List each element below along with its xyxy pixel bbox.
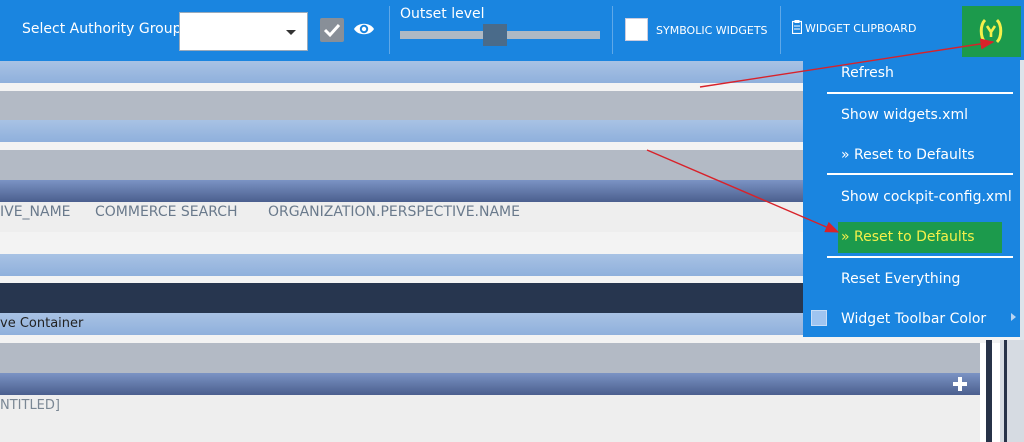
widget-panel: [0, 343, 980, 373]
outset-level-slider-thumb[interactable]: [482, 24, 507, 46]
menu-item-reset-cockpit[interactable]: » Reset to Defaults: [841, 229, 975, 245]
section-spacer: [0, 142, 803, 150]
scrollbar-line: [986, 340, 992, 442]
untitled-label: NTITLED]: [0, 398, 60, 413]
plus-icon[interactable]: [953, 377, 967, 391]
caret-down-icon: [286, 30, 296, 35]
chevron-right-icon: [1011, 313, 1016, 321]
widget-clipboard-label[interactable]: WIDGET CLIPBOARD: [805, 22, 916, 35]
clipboard-icon[interactable]: [792, 20, 802, 34]
eye-icon[interactable]: [352, 18, 376, 40]
hybris-logo-icon: [979, 18, 1003, 44]
outset-level-label: Outset level: [400, 6, 485, 22]
hybris-context-menu: Refresh Show widgets.xml » Reset to Defa…: [803, 60, 1020, 337]
hybris-logo-button[interactable]: [962, 6, 1021, 57]
toolbar-divider: [780, 6, 781, 54]
section-header-bar: [0, 120, 803, 142]
widget-body: [0, 395, 980, 442]
menu-item-reset-everything[interactable]: Reset Everything: [841, 271, 960, 287]
menu-divider: [827, 92, 1013, 94]
section-header-bar: [0, 61, 803, 83]
section-spacer: [0, 83, 803, 91]
section-header-bar: [0, 254, 803, 276]
row-cell-name: IVE_NAME: [0, 204, 71, 220]
section-panel: [0, 91, 803, 120]
symbolic-widgets-checkbox[interactable]: [625, 18, 648, 41]
row-cell-commerce-search: COMMERCE SEARCH: [95, 204, 238, 220]
toolbar-color-swatch: [811, 310, 827, 326]
symbolic-widgets-label[interactable]: SYMBOLIC WIDGETS: [656, 24, 768, 37]
authority-group-label: Select Authority Group: [22, 21, 182, 37]
visibility-checkbox[interactable]: [320, 18, 344, 42]
section-panel: [0, 150, 803, 180]
checkmark-icon: [323, 23, 341, 38]
widget-header-bar: [0, 373, 980, 395]
perspective-container-label: ve Container: [0, 316, 84, 331]
menu-item-show-widgets-xml[interactable]: Show widgets.xml: [841, 107, 968, 123]
toolbar-divider: [389, 6, 390, 54]
row-cell-organization: ORGANIZATION.PERSPECTIVE.NAME: [268, 204, 520, 220]
list-row-empty: [0, 232, 803, 254]
scrollbar-line: [1004, 340, 1007, 442]
menu-item-show-cockpit-config[interactable]: Show cockpit-config.xml: [841, 189, 1012, 205]
main-toolbar: Select Authority Group Outset level SYMB…: [0, 0, 1024, 61]
menu-item-reset-widgets[interactable]: » Reset to Defaults: [841, 147, 975, 163]
menu-divider: [827, 173, 1013, 175]
list-header-bar: [0, 180, 803, 202]
section-spacer: [0, 276, 803, 283]
menu-divider: [827, 256, 1013, 258]
toolbar-divider: [612, 6, 613, 54]
page-scroll-edge: [1020, 60, 1024, 340]
menu-item-widget-toolbar-color[interactable]: Widget Toolbar Color: [841, 311, 986, 327]
menu-item-refresh[interactable]: Refresh: [841, 65, 894, 81]
authority-group-select[interactable]: [179, 12, 308, 51]
